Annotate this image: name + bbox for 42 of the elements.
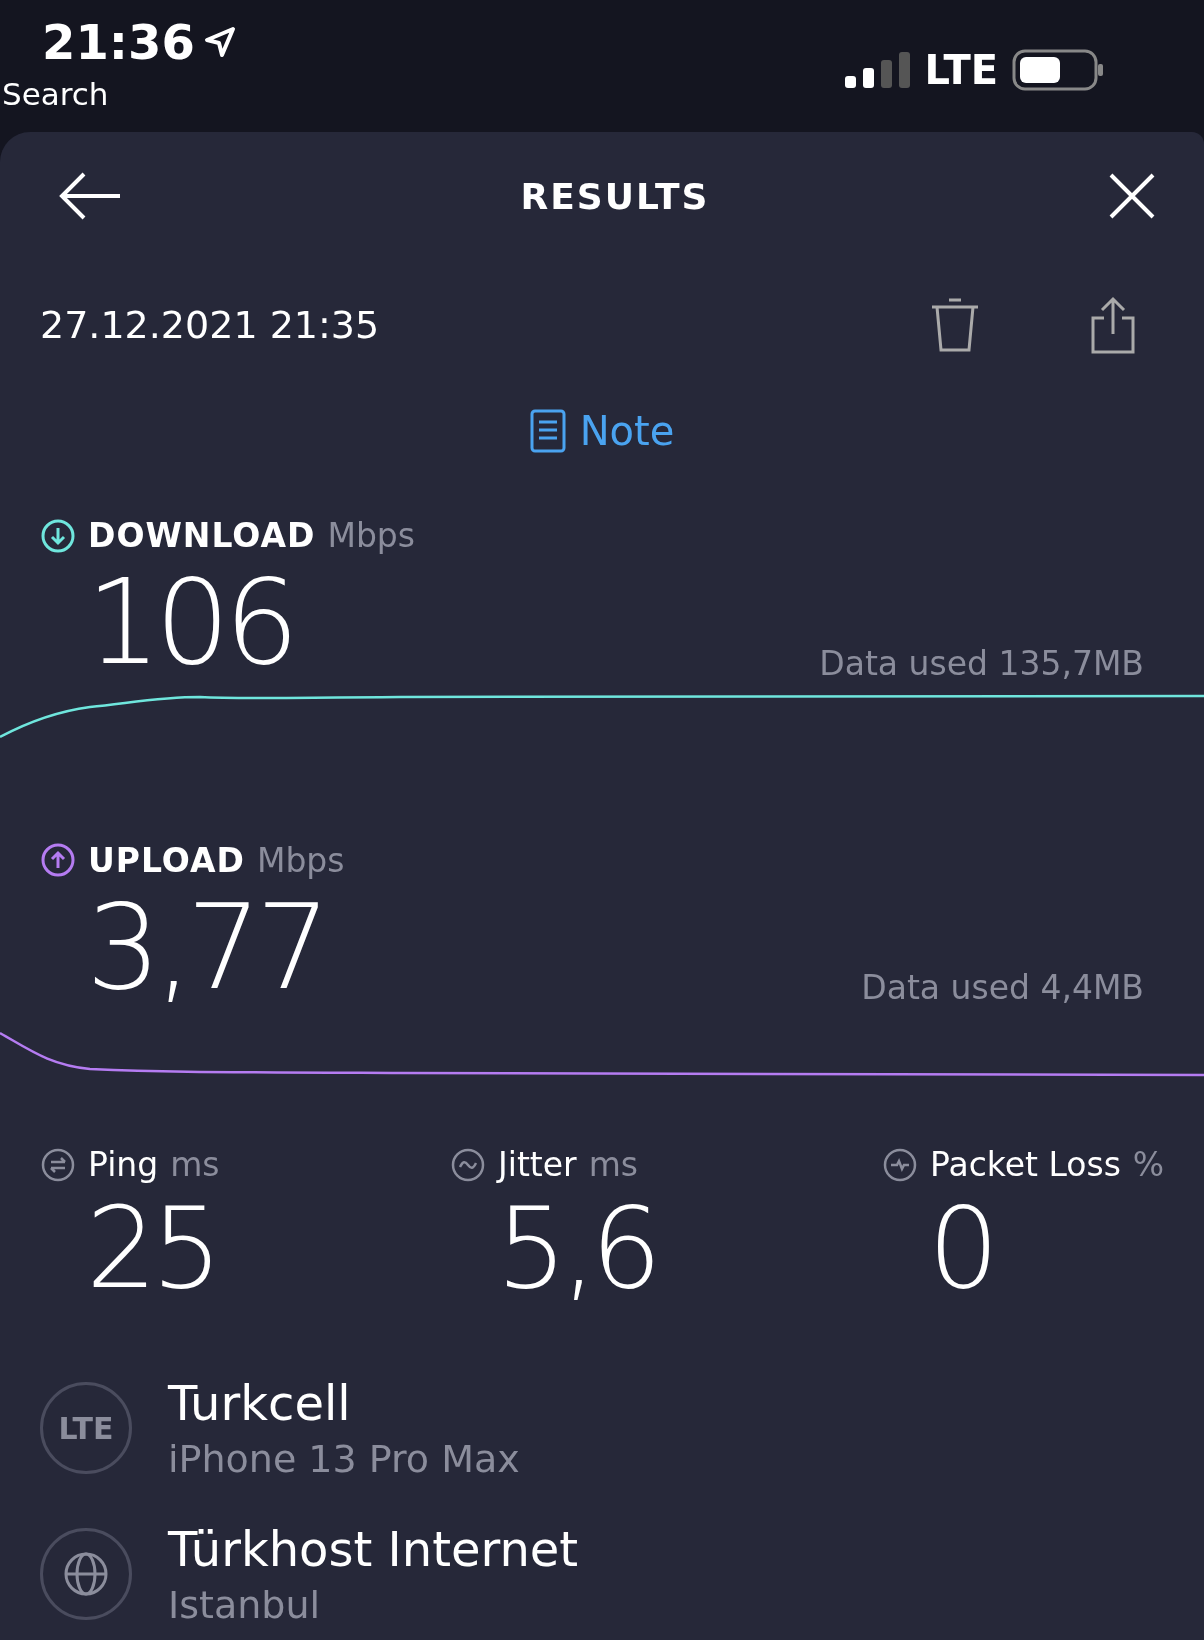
- back-button[interactable]: [58, 171, 122, 221]
- status-time: 21:36: [42, 14, 195, 70]
- upload-icon: [40, 842, 76, 879]
- server-name: Türkhost Internet: [168, 1521, 579, 1578]
- metric-value: 25: [85, 1184, 218, 1314]
- share-button[interactable]: [1090, 296, 1136, 354]
- signal-icon: [844, 50, 911, 90]
- delete-button[interactable]: [930, 297, 980, 353]
- metric-value: 0: [927, 1184, 995, 1314]
- note-icon: [529, 409, 566, 453]
- speed-value: 106: [86, 555, 294, 691]
- data-used-label: Data used 4,4MB: [861, 968, 1144, 1008]
- close-button[interactable]: [1108, 172, 1156, 220]
- pulse-icon: [882, 1146, 918, 1183]
- result-date: 27.12.2021 21:35: [40, 303, 380, 347]
- wave-icon: [450, 1146, 486, 1183]
- unit-label: Mbps: [256, 840, 345, 880]
- metric-label: Ping: [88, 1145, 159, 1185]
- download-icon: [40, 517, 76, 554]
- location-arrow-icon: [202, 25, 237, 59]
- unit-label: ms: [588, 1145, 638, 1185]
- data-used-label: Data used 135,7MB: [819, 643, 1144, 683]
- battery-icon: [1012, 49, 1104, 91]
- server-location: Istanbul: [168, 1583, 322, 1628]
- speed-value: 3,77: [86, 879, 325, 1016]
- metric-label: Jitter: [498, 1145, 577, 1185]
- page-title: RESULTS: [520, 175, 710, 217]
- metric-label: Packet Loss: [930, 1145, 1121, 1185]
- device-name: iPhone 13 Pro Max: [168, 1437, 520, 1482]
- network-badge: LTE: [40, 1382, 132, 1475]
- section-title: UPLOAD: [88, 840, 245, 880]
- metric-value: 5,6: [495, 1184, 658, 1314]
- note-button[interactable]: Note: [529, 408, 675, 454]
- globe-icon: [63, 1551, 109, 1598]
- back-to-app-link[interactable]: Search: [2, 76, 237, 112]
- network-type: LTE: [924, 47, 998, 93]
- unit-label: ms: [170, 1145, 220, 1185]
- ping-icon: [40, 1146, 76, 1183]
- unit-label: %: [1132, 1145, 1165, 1185]
- section-title: DOWNLOAD: [88, 516, 316, 555]
- provider-name: Turkcell: [168, 1375, 352, 1432]
- unit-label: Mbps: [327, 516, 415, 555]
